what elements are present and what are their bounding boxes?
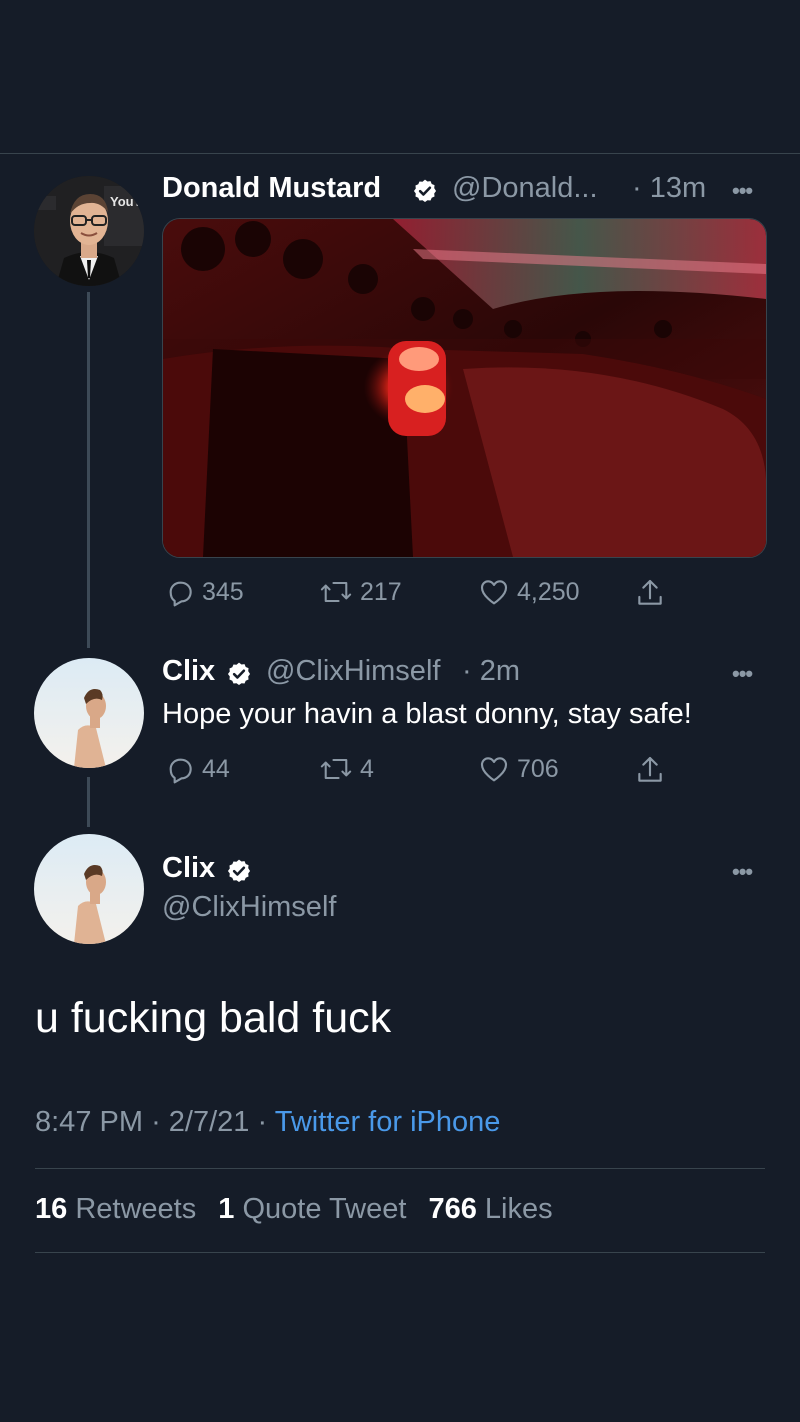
author-handle[interactable]: @ClixHimself (162, 891, 336, 924)
tweet-metadata: 8:47 PM · 2/7/21 · Twitter for iPhone (35, 1106, 500, 1139)
status-area (0, 0, 800, 153)
retweet-count: 4 (360, 754, 374, 783)
quote-tweets-count: 1 (218, 1193, 235, 1225)
share-button[interactable] (634, 576, 666, 610)
reply-icon (169, 758, 192, 784)
heart-icon (480, 580, 508, 605)
retweet-icon (320, 581, 352, 603)
tweet-time: 8:47 PM (35, 1106, 143, 1138)
like-count: 4,250 (517, 577, 580, 606)
quote-tweets-stat[interactable]: 1 Quote Tweet (218, 1193, 406, 1225)
tweet-time[interactable]: · 2m (462, 655, 520, 688)
meta-separator: · (257, 1106, 268, 1138)
reply-icon (169, 581, 192, 607)
divider (35, 1252, 765, 1253)
verified-badge-icon (227, 859, 251, 883)
tweet-source-link[interactable]: Twitter for iPhone (275, 1106, 501, 1138)
retweets-count: 16 (35, 1193, 68, 1225)
like-count: 706 (517, 754, 559, 783)
share-button[interactable] (634, 753, 666, 787)
avatar-clix[interactable] (34, 658, 144, 768)
retweet-icon (320, 758, 352, 780)
like-button[interactable]: 706 (477, 753, 559, 785)
author-name[interactable]: Clix (162, 655, 215, 688)
tweet-text: Hope your havin a blast donny, stay safe… (162, 698, 692, 730)
tweet-date: 2/7/21 (168, 1106, 250, 1138)
retweet-count: 217 (360, 577, 402, 606)
top-divider (0, 153, 800, 154)
likes-stat[interactable]: 766 Likes (428, 1193, 552, 1225)
divider (35, 1168, 765, 1169)
retweet-button[interactable]: 4 (318, 753, 374, 785)
retweets-stat[interactable]: 16 Retweets (35, 1193, 196, 1225)
avatar-donald-mustard[interactable]: YouTu (34, 176, 144, 286)
tweet-text: u fucking bald fuck (35, 994, 392, 1042)
likes-count: 766 (428, 1193, 477, 1225)
author-handle[interactable]: @ClixHimself (266, 655, 440, 688)
avatar-backdrop-text: YouTu (110, 194, 144, 209)
thread-connector (87, 777, 90, 827)
engagement-stats: 16 Retweets 1 Quote Tweet 766 Likes (35, 1193, 553, 1226)
reply-button[interactable]: 44 (164, 753, 230, 785)
thread-connector (87, 292, 90, 648)
more-options-icon[interactable]: ••• (732, 661, 753, 687)
verified-badge-icon (413, 179, 437, 203)
reply-count: 345 (202, 577, 244, 606)
retweets-label: Retweets (75, 1193, 197, 1225)
heart-icon (480, 757, 508, 782)
meta-separator: · (151, 1106, 161, 1138)
like-button[interactable]: 4,250 (477, 576, 580, 608)
author-handle[interactable]: @Donald... (452, 172, 598, 205)
share-icon (638, 579, 662, 605)
author-name[interactable]: Clix (162, 852, 215, 885)
avatar-clix[interactable] (34, 834, 144, 944)
reply-count: 44 (202, 754, 230, 783)
tweet-time[interactable]: · 13m (632, 172, 706, 205)
more-options-icon[interactable]: ••• (732, 178, 753, 204)
verified-badge-icon (227, 662, 251, 686)
retweet-button[interactable]: 217 (318, 576, 402, 608)
author-name[interactable]: Donald Mustard (162, 172, 381, 205)
more-options-icon[interactable]: ••• (732, 859, 753, 885)
quote-tweets-label: Quote Tweet (242, 1193, 407, 1225)
likes-label: Likes (484, 1193, 553, 1225)
share-icon (638, 756, 662, 782)
tweet-media-image[interactable] (162, 218, 767, 558)
reply-button[interactable]: 345 (164, 576, 244, 608)
